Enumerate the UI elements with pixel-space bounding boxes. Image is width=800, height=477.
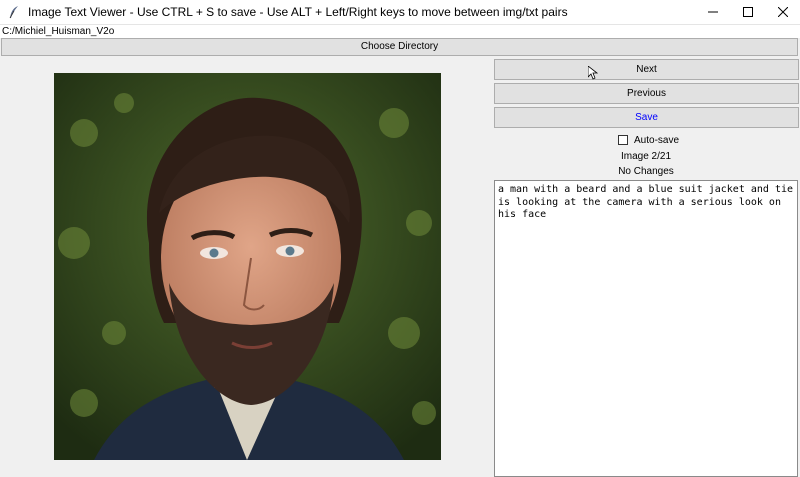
autosave-label: Auto-save: [634, 134, 680, 146]
window-title: Image Text Viewer - Use CTRL + S to save…: [28, 5, 568, 19]
directory-path: C:/Michiel_Huisman_V2o: [0, 25, 800, 38]
close-icon[interactable]: [765, 0, 800, 24]
caption-textarea[interactable]: a man with a beard and a blue suit jacke…: [494, 180, 798, 477]
mouse-cursor-icon: [587, 65, 599, 83]
previous-button[interactable]: Previous: [494, 83, 799, 104]
feather-icon: [6, 4, 22, 20]
autosave-toggle[interactable]: Auto-save: [618, 133, 679, 147]
choose-directory-button[interactable]: Choose Directory: [1, 38, 798, 56]
next-button[interactable]: Next: [494, 59, 799, 80]
preview-image: [54, 73, 441, 460]
autosave-checkbox[interactable]: [618, 135, 628, 145]
title-bar: Image Text Viewer - Use CTRL + S to save…: [0, 0, 800, 25]
image-counter: Image 2/21: [620, 151, 672, 162]
status-label: No Changes: [600, 166, 692, 177]
save-button[interactable]: Save: [494, 107, 799, 128]
maximize-icon[interactable]: [730, 0, 765, 24]
minimize-icon[interactable]: [695, 0, 730, 24]
